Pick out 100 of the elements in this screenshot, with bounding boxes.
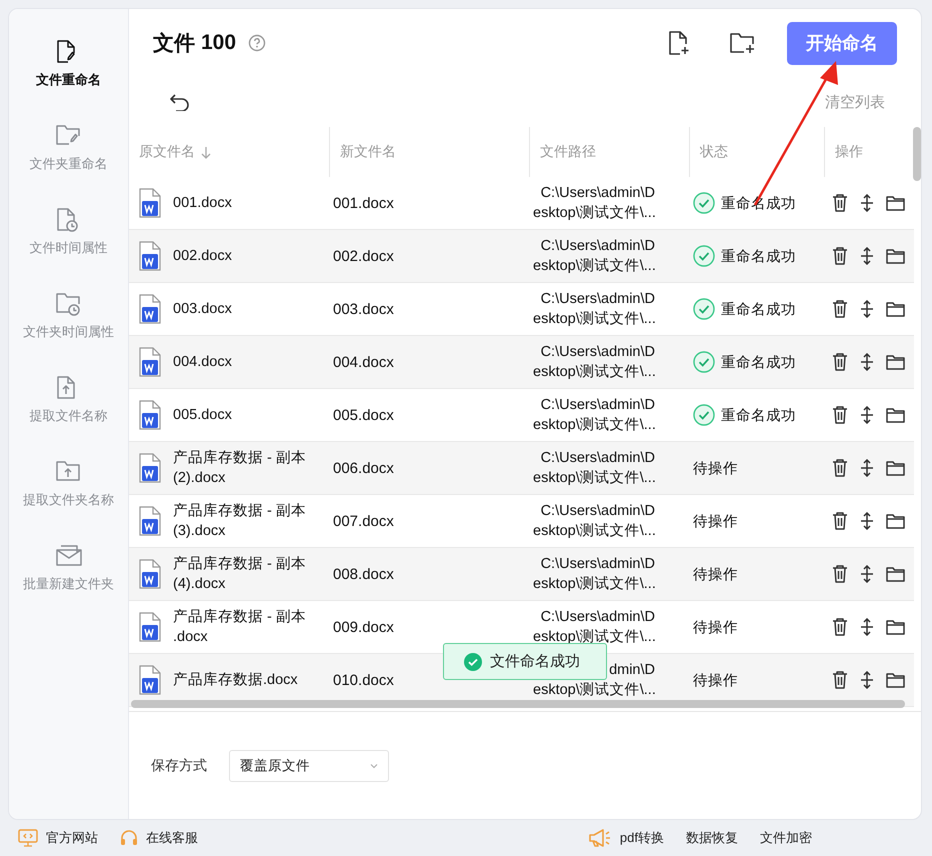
- word-file-icon: [138, 241, 162, 271]
- status-text: 待操作: [693, 566, 738, 584]
- sidebar-item[interactable]: 文件夹重命名: [10, 123, 126, 173]
- trash-icon[interactable]: [832, 512, 848, 530]
- path-text: C:\Users\admin\D: [540, 503, 655, 519]
- status-text: 待操作: [693, 512, 738, 530]
- word-file-icon: [138, 188, 162, 218]
- word-file-icon: [138, 400, 162, 430]
- folder-icon[interactable]: [886, 513, 905, 529]
- path-text: C:\Users\admin\D: [540, 238, 655, 254]
- monitor-icon: [18, 829, 38, 847]
- file-name: 002.docx: [173, 247, 232, 266]
- sidebar-item[interactable]: 提取文件夹名称: [10, 459, 126, 509]
- footer-link[interactable]: 数据恢复: [686, 829, 738, 847]
- toast-text: 文件命名成功: [490, 652, 580, 671]
- trash-icon[interactable]: [832, 353, 848, 371]
- file-name: 005.docx: [173, 406, 232, 425]
- status-text: 重命名成功: [721, 300, 796, 318]
- footer-link[interactable]: 官方网站: [18, 829, 98, 847]
- trash-icon[interactable]: [832, 459, 848, 477]
- folder-icon[interactable]: [886, 619, 905, 635]
- folder-icon[interactable]: [886, 460, 905, 476]
- trash-icon[interactable]: [832, 247, 848, 265]
- move-icon[interactable]: [859, 459, 875, 477]
- trash-icon[interactable]: [832, 194, 848, 212]
- scrollbar[interactable]: [913, 127, 921, 181]
- help-icon[interactable]: [248, 34, 266, 52]
- column-header: 文件路径: [529, 127, 689, 177]
- add-folder-icon[interactable]: [729, 31, 757, 55]
- word-file-icon: [138, 665, 162, 695]
- move-icon[interactable]: [859, 618, 875, 636]
- path-text: esktop\测试文件\...: [533, 629, 656, 645]
- move-icon[interactable]: [859, 353, 875, 371]
- footer-link[interactable]: 文件加密: [760, 829, 812, 847]
- path-text: dmin\D: [609, 662, 655, 678]
- start-rename-button[interactable]: 开始命名: [787, 22, 897, 64]
- sidebar-item[interactable]: 文件重命名: [10, 39, 126, 89]
- footer-link[interactable]: pdf转换: [588, 828, 664, 848]
- folder-icon[interactable]: [886, 407, 905, 423]
- status-text: 待操作: [693, 460, 738, 478]
- folder-icon[interactable]: [886, 248, 905, 264]
- sidebar-item[interactable]: 批量新建文件夹: [10, 543, 126, 593]
- clear-list-link[interactable]: 清空列表: [825, 92, 885, 112]
- word-file-icon: [138, 559, 162, 589]
- word-file-icon: [138, 294, 162, 324]
- check-circle-icon: [693, 298, 715, 320]
- folder-icon[interactable]: [886, 566, 905, 582]
- sidebar-item[interactable]: 文件夹时间属性: [10, 291, 126, 341]
- path-text: C:\Users\admin\D: [540, 450, 655, 466]
- folder-icon[interactable]: [886, 672, 905, 688]
- column-header[interactable]: 原文件名: [129, 127, 329, 177]
- move-icon[interactable]: [859, 194, 875, 212]
- sidebar-label: 文件重命名: [36, 71, 101, 89]
- file-name: 产品库存数据 - 副本 (4).docx: [173, 554, 306, 594]
- sidebar-item[interactable]: 提取文件名称: [10, 375, 126, 425]
- path-text: esktop\测试文件\...: [533, 364, 656, 380]
- move-icon[interactable]: [859, 247, 875, 265]
- file-name: 产品库存数据.docx: [173, 670, 298, 690]
- undo-icon[interactable]: [169, 93, 191, 111]
- check-circle-icon: [693, 351, 715, 373]
- trash-icon[interactable]: [832, 300, 848, 318]
- move-icon[interactable]: [859, 300, 875, 318]
- folder-icon[interactable]: [886, 354, 905, 370]
- check-circle-icon: [693, 404, 715, 426]
- new-file-name: 004.docx: [333, 354, 394, 370]
- sidebar-label: 批量新建文件夹: [23, 575, 114, 593]
- folder-icon[interactable]: [886, 195, 905, 211]
- move-icon[interactable]: [859, 671, 875, 689]
- sidebar-item[interactable]: 文件时间属性: [10, 207, 126, 257]
- move-icon[interactable]: [859, 565, 875, 583]
- status-text: 重命名成功: [721, 406, 796, 424]
- path-text: C:\Users\admin\D: [540, 291, 655, 307]
- word-file-icon: [138, 453, 162, 483]
- path-text: esktop\测试文件\...: [533, 258, 656, 274]
- folder-icon[interactable]: [886, 301, 905, 317]
- column-header: 新文件名: [329, 127, 529, 177]
- save-mode-label: 保存方式: [151, 756, 207, 774]
- scrollbar[interactable]: [131, 700, 905, 708]
- trash-icon[interactable]: [832, 671, 848, 689]
- path-text: esktop\测试文件\...: [533, 682, 656, 698]
- new-file-name: 006.docx: [333, 460, 394, 476]
- add-file-icon[interactable]: [667, 30, 691, 56]
- move-icon[interactable]: [859, 406, 875, 424]
- trash-icon[interactable]: [832, 406, 848, 424]
- new-file-name: 009.docx: [333, 618, 394, 636]
- new-file-name: 008.docx: [333, 566, 394, 582]
- move-icon[interactable]: [859, 512, 875, 530]
- save-mode-value: 覆盖原文件: [240, 756, 310, 774]
- trash-icon[interactable]: [832, 565, 848, 583]
- caret-icon: [370, 762, 378, 768]
- path-text: esktop\测试文件\...: [533, 417, 656, 433]
- save-mode-dropdown[interactable]: 覆盖原文件: [229, 750, 389, 782]
- footer-link[interactable]: 在线客服: [120, 829, 198, 847]
- path-text: esktop\测试文件\...: [533, 576, 656, 592]
- check-circle-icon: [693, 192, 715, 214]
- new-file-name: 005.docx: [333, 406, 394, 424]
- trash-icon[interactable]: [832, 618, 848, 636]
- path-text: C:\Users\admin\D: [540, 556, 655, 572]
- path-text: C:\Users\admin\D: [540, 609, 655, 625]
- new-file-name: 002.docx: [333, 248, 394, 264]
